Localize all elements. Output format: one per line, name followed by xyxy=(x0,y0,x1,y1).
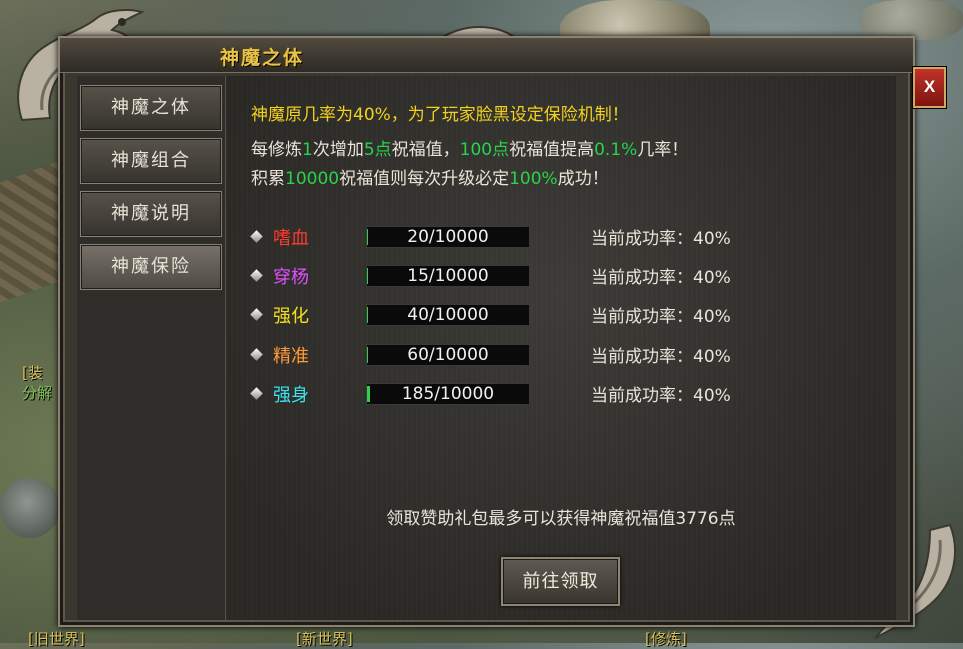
attribute-row: 精准 60/10000 当前成功率：40% xyxy=(226,342,896,367)
diamond-bullet-icon xyxy=(248,228,265,245)
background-label-new-world[interactable]: [新世界] xyxy=(296,628,353,649)
panel-title: 神魔之体 xyxy=(220,47,305,69)
intro-value: 10000 xyxy=(285,169,340,189)
attribute-name: 嗜血 xyxy=(273,228,309,249)
intro-headline: 神魔原几率为40%，为了玩家脸黑设定保险机制！ xyxy=(251,105,629,125)
claim-button[interactable]: 前往领取 xyxy=(501,557,620,606)
joystick[interactable] xyxy=(0,478,60,538)
intro-text: 积累 xyxy=(251,169,285,189)
sidebar: 神魔之体 神魔组合 神魔说明 神魔保险 xyxy=(77,76,226,620)
background-label-old-world[interactable]: [旧世界] xyxy=(28,628,85,649)
attribute-row: 嗜血 20/10000 当前成功率：40% xyxy=(226,224,896,249)
blessing-progress-text: 20/10000 xyxy=(407,227,489,247)
intro-line-blessing-rate: 每修炼1次增加5点祝福值，100点祝福值提高0.1%几率！ xyxy=(251,135,688,160)
intro-line-guarantee: 积累10000祝福值则每次升级必定100%成功！ xyxy=(251,164,609,189)
success-rate: 当前成功率：40% xyxy=(591,268,731,288)
diamond-bullet-icon xyxy=(248,267,265,284)
intro-text: 祝福值， xyxy=(391,140,460,160)
diamond-bullet-icon xyxy=(248,346,265,363)
intro-text: 几率！ xyxy=(637,140,689,160)
intro-text: 祝福值提高 xyxy=(509,140,595,160)
insurance-content: 神魔原几率为40%，为了玩家脸黑设定保险机制！ 每修炼1次增加5点祝福值，100… xyxy=(226,76,896,620)
sidebar-item-shenmo-combo[interactable]: 神魔组合 xyxy=(80,138,222,184)
blessing-progress-text: 60/10000 xyxy=(407,345,489,365)
blessing-progress-bar: 60/10000 xyxy=(366,344,530,366)
success-rate: 当前成功率：40% xyxy=(591,229,731,249)
success-rate: 当前成功率：40% xyxy=(591,386,731,406)
diamond-bullet-icon xyxy=(248,306,265,323)
background-label-equip: [装 xyxy=(22,364,43,382)
sidebar-item-shenmo-help[interactable]: 神魔说明 xyxy=(80,191,222,237)
blessing-progress-bar: 15/10000 xyxy=(366,265,530,287)
attribute-name: 穿杨 xyxy=(273,267,309,288)
background-label-decompose: 分解 xyxy=(22,384,53,402)
attribute-row: 强身 185/10000 当前成功率：40% xyxy=(226,381,896,406)
blessing-progress-text: 40/10000 xyxy=(407,305,489,325)
intro-text: 祝福值则每次升级必定 xyxy=(339,169,510,189)
background-label-practice[interactable]: [修炼] xyxy=(645,628,687,649)
intro-value: 1 xyxy=(302,140,313,160)
close-button[interactable]: X xyxy=(913,67,946,108)
attribute-name: 强化 xyxy=(273,306,309,327)
blessing-progress-text: 15/10000 xyxy=(407,266,489,286)
sidebar-item-shenmo-insurance[interactable]: 神魔保险 xyxy=(80,244,222,290)
intro-value: 100% xyxy=(509,169,558,189)
blessing-progress-bar: 40/10000 xyxy=(366,304,530,326)
intro-text: 成功！ xyxy=(557,169,609,189)
background-stone-rock xyxy=(860,0,963,40)
attribute-name: 强身 xyxy=(273,385,309,406)
intro-text: 次增加 xyxy=(312,140,364,160)
blessing-progress-bar: 185/10000 xyxy=(366,383,530,405)
panel-title-bar: 神魔之体 xyxy=(60,38,913,73)
success-rate: 当前成功率：40% xyxy=(591,307,731,327)
sidebar-item-shenmo-body[interactable]: 神魔之体 xyxy=(80,85,222,131)
intro-text: 每修炼 xyxy=(251,140,302,160)
sponsor-note: 领取赞助礼包最多可以获得神魔祝福值3776点 xyxy=(386,509,736,529)
intro-value: 5点 xyxy=(363,140,392,160)
blessing-progress-bar: 20/10000 xyxy=(366,226,530,248)
success-rate: 当前成功率：40% xyxy=(591,347,731,367)
attribute-name: 精准 xyxy=(273,346,309,367)
attribute-row: 穿杨 15/10000 当前成功率：40% xyxy=(226,263,896,288)
shenmo-panel: 神魔之体 神魔之体 神魔组合 神魔说明 神魔保险 神魔原几率为40%，为了玩家脸… xyxy=(58,36,946,627)
intro-value: 0.1% xyxy=(594,140,638,160)
intro-value: 100点 xyxy=(459,140,510,160)
diamond-bullet-icon xyxy=(248,385,265,402)
blessing-progress-text: 185/10000 xyxy=(401,384,495,404)
attribute-row: 强化 40/10000 当前成功率：40% xyxy=(226,302,896,327)
